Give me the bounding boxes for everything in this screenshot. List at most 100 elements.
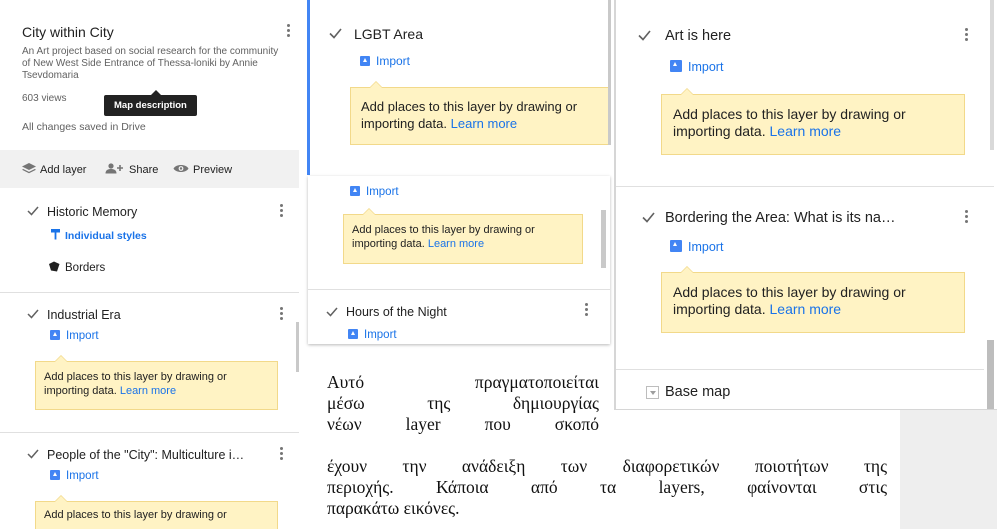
import-link[interactable]: Import xyxy=(348,329,397,341)
layer-divider xyxy=(616,369,984,370)
borders-sublayer[interactable]: Borders xyxy=(48,261,105,274)
import-link[interactable]: Import xyxy=(360,54,410,68)
scrollbar-thumb[interactable] xyxy=(296,322,299,372)
preview-button[interactable]: Preview xyxy=(173,163,232,176)
save-status: All changes saved in Drive xyxy=(22,121,146,133)
import-label: Import xyxy=(364,329,397,341)
empty-layer-hint: Add places to this layer by drawing or i… xyxy=(343,208,583,264)
layer-options-icon[interactable] xyxy=(965,210,969,225)
map-menu-icon[interactable] xyxy=(287,24,291,39)
import-link[interactable]: Import xyxy=(50,470,99,482)
import-icon xyxy=(348,329,358,339)
import-icon xyxy=(50,470,60,480)
import-label: Import xyxy=(66,330,99,342)
add-layer-button[interactable]: Add layer xyxy=(22,163,86,176)
caption-line-1: Αυτό πραγματοποιείται xyxy=(327,372,599,393)
layer-options-icon[interactable] xyxy=(585,303,589,318)
scrollbar-thumb[interactable] xyxy=(608,0,611,145)
hint-text-line1: Add places to this layer by drawing or xyxy=(673,106,906,122)
hint-text: Add places to this layer by drawing or xyxy=(44,509,227,521)
caption-text-6: παρακάτω εικόνες. xyxy=(327,498,460,518)
import-link[interactable]: Import xyxy=(670,240,723,254)
empty-layer-hint: Add places to this layer by drawing or i… xyxy=(661,266,965,333)
import-link[interactable]: Import xyxy=(50,330,99,342)
layer-checkbox[interactable] xyxy=(27,206,39,216)
base-map-toggle[interactable] xyxy=(646,386,659,399)
layer-panel-middle: Import Add places to this layer by drawi… xyxy=(308,176,610,344)
caption-text-1: Αυτό πραγματοποιείται xyxy=(327,372,599,392)
caption-text-2: μέσω της δημιουργίας xyxy=(327,393,599,413)
map-title[interactable]: City within City xyxy=(22,24,114,40)
caption-text-5: περιοχής. Κάποια από τα layers, φαίνοντα… xyxy=(327,477,887,497)
layer-name[interactable]: Industrial Era xyxy=(47,308,121,322)
caption-line-3: νέων layer που σκοπό xyxy=(327,414,599,435)
hint-text-line2: importing data. xyxy=(673,123,766,139)
layer-divider xyxy=(616,186,994,187)
import-label: Import xyxy=(688,240,724,254)
import-link[interactable]: Import xyxy=(670,60,723,74)
map-header: City within City An Art project based on… xyxy=(0,0,299,150)
layer-options-icon[interactable] xyxy=(280,307,284,322)
learn-more-link[interactable]: Learn more xyxy=(770,301,842,317)
import-link[interactable]: Import xyxy=(350,186,399,198)
map-views: 603 views xyxy=(22,93,67,104)
layer-checkbox[interactable] xyxy=(329,28,342,39)
layer-industrial-era: Industrial Era Import Add places to this… xyxy=(0,293,299,423)
caption-line-2: μέσω της δημιουργίας xyxy=(327,393,599,414)
import-icon xyxy=(350,186,360,196)
layer-name[interactable]: Bordering the Area: What is its na… xyxy=(665,210,896,226)
hint-text-line2: importing data. xyxy=(352,238,425,250)
import-label: Import xyxy=(376,54,411,68)
map-panel-left: City within City An Art project based on… xyxy=(0,0,299,529)
layer-name[interactable]: LGBT Area xyxy=(354,26,423,42)
layer-checkbox[interactable] xyxy=(642,212,655,223)
share-button[interactable]: Share xyxy=(105,163,158,176)
import-label: Import xyxy=(688,60,724,74)
import-label: Import xyxy=(366,186,399,198)
layer-options-icon[interactable] xyxy=(280,204,284,219)
layer-checkbox[interactable] xyxy=(27,309,39,319)
scrollbar-thumb[interactable] xyxy=(987,340,994,410)
learn-more-link[interactable]: Learn more xyxy=(120,385,176,397)
learn-more-link[interactable]: Learn more xyxy=(770,123,842,139)
map-description[interactable]: An Art project based on social research … xyxy=(22,46,284,82)
add-person-icon xyxy=(105,163,123,174)
import-icon xyxy=(50,330,60,340)
individual-styles-label: Individual styles xyxy=(65,230,147,242)
layer-checkbox[interactable] xyxy=(638,30,651,41)
layers-icon xyxy=(22,163,36,174)
borders-label: Borders xyxy=(65,262,106,274)
layer-name[interactable]: Art is here xyxy=(665,28,731,44)
layer-panel-lgbt: LGBT Area Import Add places to this laye… xyxy=(307,0,611,175)
scrollbar-thumb[interactable] xyxy=(601,210,606,268)
caption-text-3: νέων layer που σκοπό xyxy=(327,414,599,434)
tooltip-text: Map description xyxy=(114,100,187,111)
panel-bottom-border xyxy=(614,409,997,410)
caption-line-4: έχουν την ανάδειξη των διαφορετικών ποιο… xyxy=(327,456,887,477)
caption-text-4: έχουν την ανάδειξη των διαφορετικών ποιο… xyxy=(327,456,887,476)
layer-name[interactable]: Historic Memory xyxy=(47,205,137,219)
import-icon xyxy=(670,60,682,72)
layer-historic-memory: Historic Memory Individual styles Border… xyxy=(0,188,299,292)
layer-name[interactable]: Hours of the Night xyxy=(346,305,447,319)
empty-layer-hint: Add places to this layer by drawing or i… xyxy=(35,355,278,410)
panel-left-border xyxy=(614,0,616,410)
individual-styles-link[interactable]: Individual styles xyxy=(51,229,147,242)
preview-label: Preview xyxy=(193,164,233,176)
layer-name[interactable]: People of the "City": Multiculture i… xyxy=(47,448,244,462)
learn-more-link[interactable]: Learn more xyxy=(451,116,517,131)
layer-options-icon[interactable] xyxy=(280,447,284,462)
caption-line-6: παρακάτω εικόνες. xyxy=(327,498,887,519)
layer-options-icon[interactable] xyxy=(965,28,969,43)
empty-layer-hint: Add places to this layer by drawing or xyxy=(35,495,278,529)
empty-layer-hint: Add places to this layer by drawing or i… xyxy=(661,88,965,155)
polygon-icon xyxy=(49,261,60,272)
learn-more-link[interactable]: Learn more xyxy=(428,238,484,250)
share-label: Share xyxy=(129,164,159,176)
layer-checkbox[interactable] xyxy=(326,307,338,317)
base-map-label[interactable]: Base map xyxy=(665,384,730,400)
scrollbar-thumb[interactable] xyxy=(990,0,994,150)
layer-checkbox[interactable] xyxy=(27,449,39,459)
tooltip-arrow xyxy=(151,90,161,95)
import-label: Import xyxy=(66,470,99,482)
